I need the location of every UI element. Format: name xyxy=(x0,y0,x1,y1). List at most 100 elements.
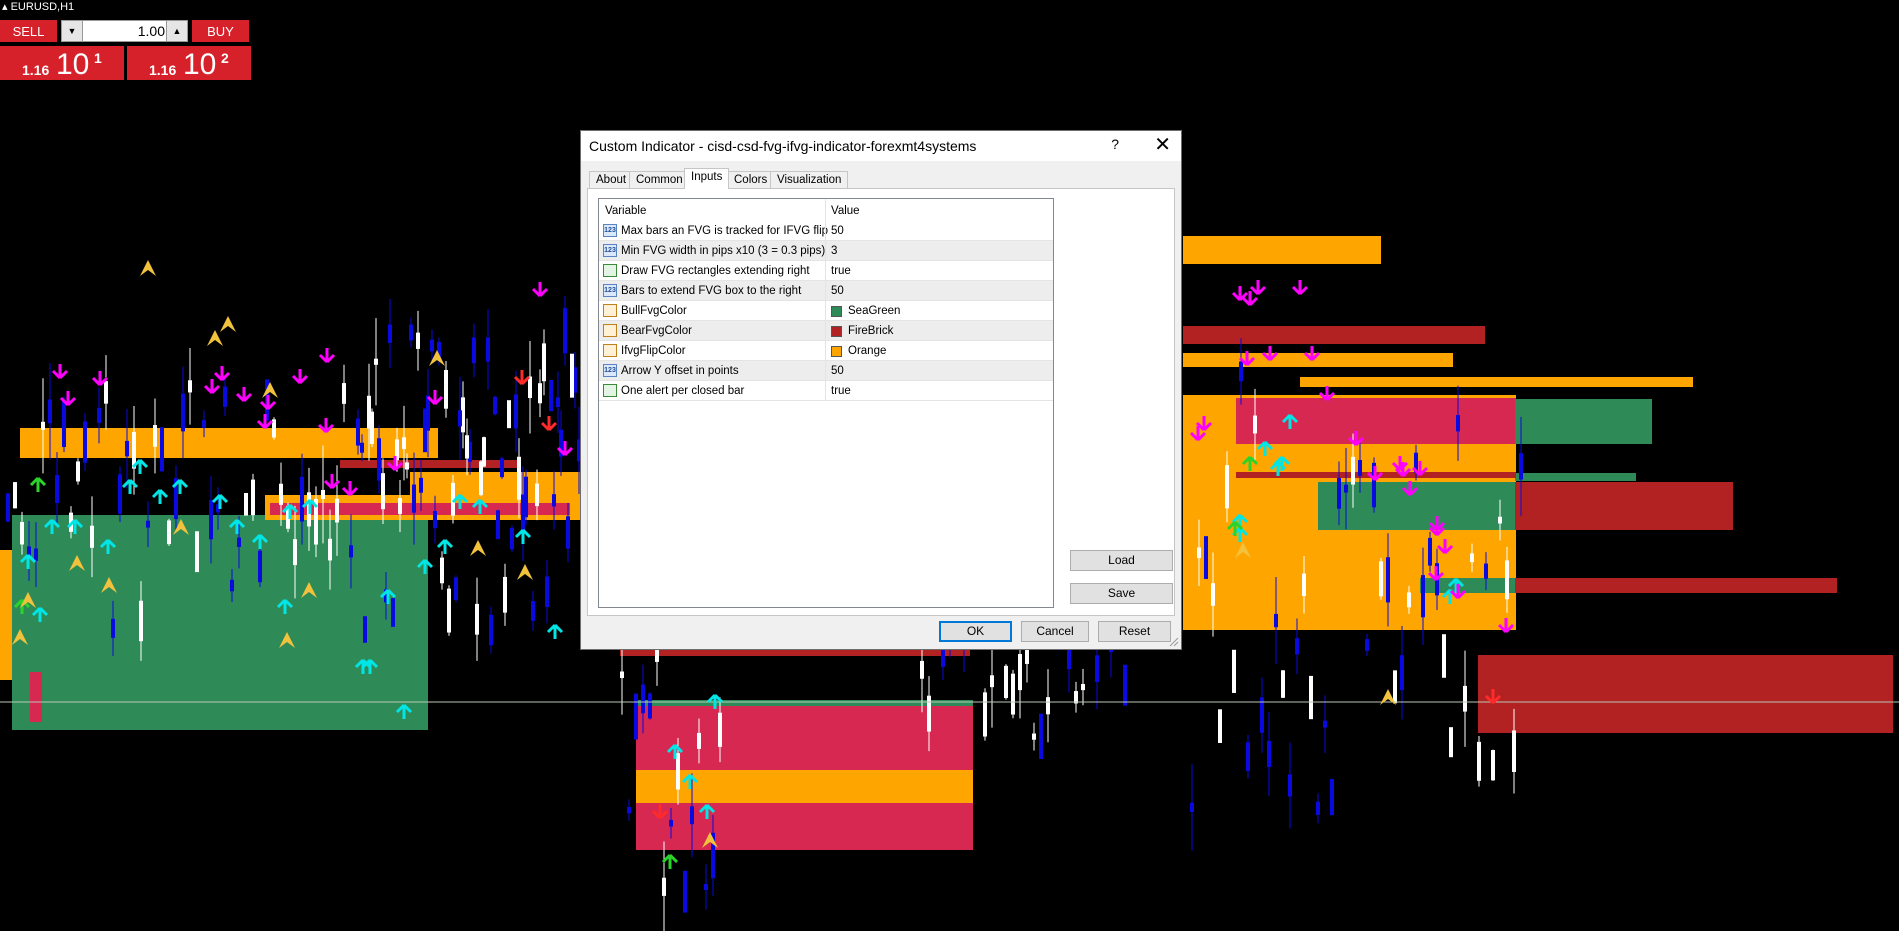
cell-divider xyxy=(825,261,826,281)
inputs-tab-page: Variable Value 123 Max bars an FVG is tra… xyxy=(587,188,1175,616)
collapse-icon[interactable]: ▴ xyxy=(2,1,8,13)
bull-fvg-zone xyxy=(1515,399,1652,444)
sell-price-quote[interactable]: 1.16 10 1 xyxy=(0,46,124,81)
ifvg-flip-zone xyxy=(20,428,438,458)
input-value[interactable]: true xyxy=(831,385,851,397)
lot-size-input[interactable]: 1.00 xyxy=(84,23,165,39)
load-button[interactable]: Load xyxy=(1070,550,1173,571)
candle-body xyxy=(1295,638,1299,655)
candle-body xyxy=(1491,750,1495,781)
lot-size-stepper[interactable]: ▼ 1.00 ▲ xyxy=(61,20,188,42)
cell-divider xyxy=(825,241,826,261)
candle-body xyxy=(447,588,451,633)
candle-body xyxy=(423,408,427,453)
candle-body xyxy=(1351,456,1355,485)
input-variable-name: Arrow Y offset in points xyxy=(621,365,739,377)
column-header-value[interactable]: Value xyxy=(831,205,860,217)
arrow-down-icon xyxy=(513,370,531,386)
candle-body xyxy=(1386,557,1390,603)
candle-body xyxy=(1393,670,1397,704)
decrease-lot-icon[interactable]: ▼ xyxy=(62,21,83,41)
arrow-down-icon xyxy=(426,390,444,406)
candle-body xyxy=(430,339,434,352)
color-swatch[interactable] xyxy=(831,326,842,337)
candle-body xyxy=(697,732,701,749)
candle-body xyxy=(627,806,631,814)
input-row[interactable]: Draw FVG rectangles extending right true xyxy=(599,261,1053,281)
candle-body xyxy=(507,400,511,429)
color-swatch[interactable] xyxy=(831,346,842,357)
input-row[interactable]: 123 Arrow Y offset in points 50 xyxy=(599,361,1053,381)
reset-button[interactable]: Reset xyxy=(1098,621,1171,642)
buy-price-quote[interactable]: 1.16 10 2 xyxy=(127,46,251,81)
column-header-variable[interactable]: Variable xyxy=(605,205,646,217)
input-value[interactable]: 50 xyxy=(831,285,844,297)
inputs-table[interactable]: Variable Value 123 Max bars an FVG is tra… xyxy=(598,198,1054,608)
candle-body xyxy=(1421,575,1425,618)
arrow-up-icon xyxy=(211,493,229,509)
input-variable-name: One alert per closed bar xyxy=(621,385,745,397)
cell-divider xyxy=(825,301,826,321)
candle-body xyxy=(398,498,402,515)
cell-divider xyxy=(825,381,826,401)
candle-body xyxy=(1428,537,1432,566)
candle-body xyxy=(367,395,371,429)
candle-body xyxy=(1018,654,1022,691)
tab-visualization[interactable]: Visualization xyxy=(770,171,849,188)
arrow-up-icon xyxy=(151,488,169,504)
input-row[interactable]: 123 Max bars an FVG is tracked for IFVG f… xyxy=(599,221,1053,241)
input-row[interactable]: BullFvgColor SeaGreen xyxy=(599,301,1053,321)
chevron-signal-icon xyxy=(220,316,236,332)
candle-body xyxy=(356,418,360,446)
color-swatch[interactable] xyxy=(831,306,842,317)
candle-body xyxy=(556,397,560,408)
candle-body xyxy=(374,358,378,365)
candle-body xyxy=(465,435,469,459)
input-row[interactable]: BearFvgColor FireBrick xyxy=(599,321,1053,341)
input-row[interactable]: One alert per closed bar true xyxy=(599,381,1053,401)
candle-body xyxy=(1477,741,1481,781)
save-button[interactable]: Save xyxy=(1070,583,1173,604)
int-param-icon: 123 xyxy=(603,224,617,237)
candle-body xyxy=(167,520,171,545)
tab-colors[interactable]: Colors xyxy=(727,171,775,188)
candle-body xyxy=(1211,583,1215,606)
tab-about[interactable]: About xyxy=(589,171,634,188)
input-row[interactable]: 123 Min FVG width in pips x10 (3 = 0.3 pi… xyxy=(599,241,1053,261)
input-value[interactable]: SeaGreen xyxy=(848,305,900,317)
candle-body xyxy=(62,401,66,448)
input-value[interactable]: 50 xyxy=(831,365,844,377)
sell-button[interactable]: SELL xyxy=(0,20,57,42)
candle-body xyxy=(244,492,248,516)
candle-body xyxy=(486,337,490,362)
input-value[interactable]: 3 xyxy=(831,245,837,257)
input-row[interactable]: 123 Bars to extend FVG box to the right 50 xyxy=(599,281,1053,301)
increase-lot-icon[interactable]: ▲ xyxy=(166,21,187,41)
candle-body xyxy=(1505,560,1509,600)
candle-body xyxy=(1190,802,1194,812)
int-param-icon: 123 xyxy=(603,244,617,257)
arrow-up-icon xyxy=(121,478,139,494)
input-variable-name: IfvgFlipColor xyxy=(621,345,686,357)
dialog-titlebar[interactable]: Custom Indicator - cisd-csd-fvg-ifvg-ind… xyxy=(581,131,1181,161)
input-value[interactable]: Orange xyxy=(848,345,886,357)
input-value[interactable]: FireBrick xyxy=(848,325,893,337)
candle-body xyxy=(472,337,476,364)
ok-button[interactable]: OK xyxy=(939,621,1012,642)
tab-common[interactable]: Common xyxy=(629,171,690,188)
buy-button[interactable]: BUY xyxy=(192,20,249,42)
candle-body xyxy=(1281,670,1285,698)
candle-body xyxy=(1232,649,1236,693)
input-row[interactable]: IfvgFlipColor Orange xyxy=(599,341,1053,361)
tab-inputs[interactable]: Inputs xyxy=(684,168,730,189)
ifvg-flip-zone xyxy=(0,550,12,680)
resize-grip-icon[interactable] xyxy=(1169,637,1179,647)
cancel-button[interactable]: Cancel xyxy=(1021,621,1089,642)
candle-body xyxy=(510,527,514,550)
input-value[interactable]: true xyxy=(831,265,851,277)
column-divider[interactable] xyxy=(825,199,826,221)
close-icon[interactable]: ✕ xyxy=(1154,132,1171,157)
candle-body xyxy=(41,421,45,430)
help-icon[interactable]: ? xyxy=(1111,136,1119,152)
input-value[interactable]: 50 xyxy=(831,225,844,237)
